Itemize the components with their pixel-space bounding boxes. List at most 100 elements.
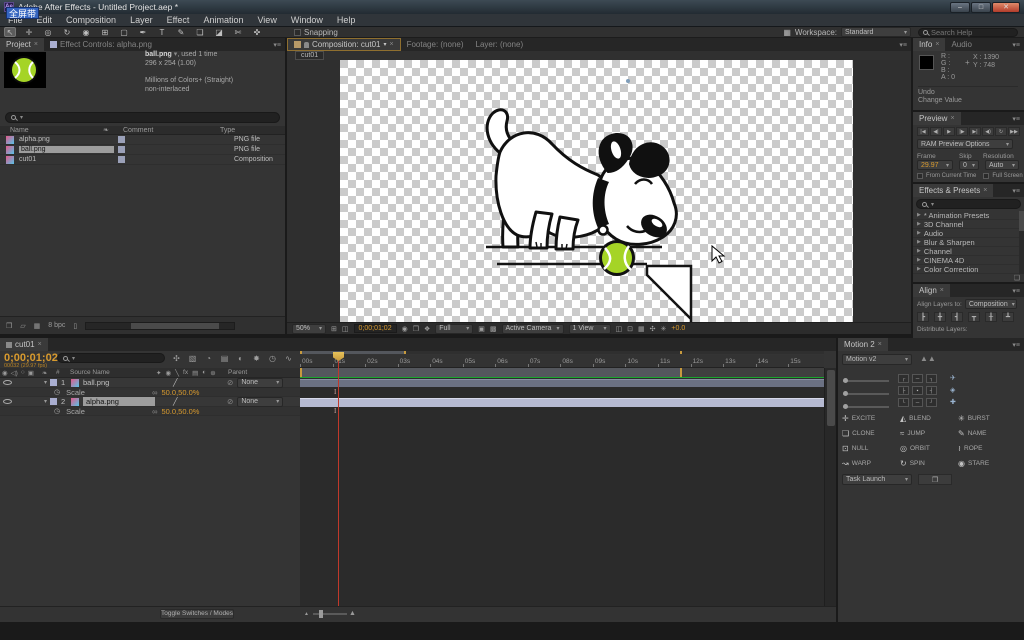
menu-item[interactable]: Layer bbox=[130, 15, 153, 25]
minimize-button[interactable]: – bbox=[950, 2, 970, 13]
breadcrumb[interactable]: cut01 bbox=[295, 51, 324, 60]
layer-label-chip[interactable] bbox=[50, 398, 57, 405]
av-column-icon[interactable]: ◉ bbox=[2, 369, 8, 377]
viewer-icon[interactable]: ⊞ bbox=[331, 325, 337, 333]
parent-select[interactable]: None bbox=[237, 378, 283, 388]
dimension-link-icon[interactable]: ∞ bbox=[152, 407, 157, 416]
av-column-icon[interactable]: ▣ bbox=[28, 369, 34, 377]
tool-icon[interactable]: ✎ bbox=[175, 27, 187, 37]
av-column-icon[interactable]: ○ bbox=[21, 369, 25, 376]
motion-button[interactable]: ≀ ROPE bbox=[958, 444, 1016, 453]
tab-effects-presets[interactable]: Effects & Presets× bbox=[913, 184, 993, 197]
viewer-icon[interactable]: ✣ bbox=[650, 325, 656, 333]
parent-select[interactable]: None bbox=[237, 397, 283, 407]
motion-button[interactable]: ↝ WARP bbox=[842, 459, 900, 468]
align-button[interactable]: ┳ bbox=[968, 312, 980, 322]
tool-icon[interactable]: ❏ bbox=[194, 27, 206, 37]
transport-button[interactable]: |▶ bbox=[956, 127, 968, 136]
transport-button[interactable]: ▶ bbox=[943, 127, 955, 136]
keyframe-marker[interactable]: I bbox=[334, 388, 336, 396]
zoom-out-mountain-icon[interactable]: ▲ bbox=[304, 611, 309, 617]
anchor-top-button[interactable]: ─ bbox=[912, 374, 923, 383]
bit-depth-button[interactable]: 8 bpc bbox=[48, 322, 65, 329]
transport-button[interactable]: ▶| bbox=[969, 127, 981, 136]
zoom-slider-thumb[interactable] bbox=[319, 610, 323, 618]
comp-button[interactable]: ◐ bbox=[234, 353, 247, 364]
tool-icon[interactable]: ✛ bbox=[23, 27, 35, 37]
align-button[interactable]: ╂ bbox=[985, 312, 997, 322]
expand-arrow-icon[interactable]: ▾ bbox=[44, 398, 47, 405]
lock-icon[interactable] bbox=[304, 42, 309, 48]
tab-motion2[interactable]: Motion 2× bbox=[838, 338, 888, 351]
transport-button[interactable]: ↻ bbox=[995, 127, 1007, 136]
viewer-icon[interactable]: ▣ bbox=[478, 325, 485, 333]
comp-button[interactable]: ◷ bbox=[266, 353, 279, 364]
scrollbar-thumb[interactable] bbox=[131, 323, 220, 329]
motion-slider-2[interactable] bbox=[843, 393, 889, 395]
tool-icon[interactable]: T bbox=[156, 27, 168, 37]
tab-composition[interactable]: Composition: cut01▾× bbox=[287, 38, 401, 51]
switch-column-icon[interactable]: ◉ bbox=[165, 369, 171, 377]
project-search-input[interactable] bbox=[27, 113, 274, 122]
motion-button[interactable]: ✎ NAME bbox=[958, 429, 1016, 438]
anchor-point-marker[interactable] bbox=[626, 79, 630, 83]
parent-link-icon[interactable]: ⊘ bbox=[227, 378, 233, 387]
tool-icon[interactable]: ⊞ bbox=[99, 27, 111, 37]
project-item-row[interactable]: alpha.png PNG file bbox=[0, 135, 285, 145]
align-button[interactable]: ┻ bbox=[1002, 312, 1014, 322]
column-number[interactable]: # bbox=[56, 369, 70, 376]
panel-menu-icon[interactable]: ▾≡ bbox=[1008, 38, 1024, 51]
align-button[interactable]: ╋ bbox=[934, 312, 946, 322]
time-ruler[interactable]: 00s01s02s03s04s05s06s07s08s09s10s11s12s1… bbox=[300, 355, 824, 368]
tool-icon[interactable]: ✄ bbox=[232, 27, 244, 37]
tool-icon[interactable]: ↻ bbox=[61, 27, 73, 37]
project-search[interactable]: ▾ bbox=[5, 112, 280, 123]
stopwatch-icon[interactable]: ◷ bbox=[54, 388, 60, 396]
tool-icon[interactable]: ↖ bbox=[4, 27, 16, 37]
task-launch-button[interactable]: ❐ bbox=[918, 474, 952, 485]
anchor-bottom-right-button[interactable]: ┘ bbox=[926, 398, 937, 407]
layer-row-alpha[interactable]: ▾ 2 alpha.png ╱ ⊘ None bbox=[0, 397, 300, 407]
view-layout-select[interactable]: 1 View bbox=[569, 324, 611, 334]
zoom-in-mountain-icon[interactable]: ▲ bbox=[349, 610, 356, 617]
viewer-icon[interactable]: ▩ bbox=[490, 325, 497, 333]
project-item-row[interactable]: cut01 Composition bbox=[0, 155, 285, 165]
column-type[interactable]: Type bbox=[220, 127, 235, 134]
ram-preview-options-select[interactable]: RAM Preview Options bbox=[917, 139, 1013, 149]
panel-menu-icon[interactable]: ▾≡ bbox=[895, 38, 911, 51]
tab-timeline-cut01[interactable]: cut01× bbox=[0, 338, 48, 351]
panel-menu-icon[interactable]: ▾≡ bbox=[1008, 338, 1024, 351]
close-button[interactable]: ✕ bbox=[992, 2, 1020, 13]
viewer-icon[interactable]: ◫ bbox=[616, 325, 623, 333]
motion-button[interactable]: ◭ BLEND bbox=[900, 414, 958, 423]
motion-button[interactable]: ✛ EXCITE bbox=[842, 414, 900, 423]
label-column-icon[interactable]: ❧ bbox=[42, 369, 56, 377]
comp-button[interactable]: ∿ bbox=[282, 353, 295, 364]
timeline-search-input[interactable] bbox=[79, 354, 159, 363]
eye-icon[interactable] bbox=[3, 399, 12, 404]
anchor-bottom-button[interactable]: ─ bbox=[912, 398, 923, 407]
av-column-icon[interactable]: ◁) bbox=[11, 369, 18, 377]
skip-select[interactable]: 0 bbox=[959, 160, 979, 170]
viewer-timecode[interactable]: 0;00;01;02 bbox=[354, 324, 397, 333]
new-composition-icon[interactable]: ▦ bbox=[34, 322, 41, 330]
motion-button[interactable]: ↻ SPIN bbox=[900, 459, 958, 468]
trash-icon[interactable]: ▯ bbox=[73, 322, 77, 330]
expand-arrow-icon[interactable]: ▾ bbox=[44, 379, 47, 386]
comp-button[interactable]: ✸ bbox=[250, 353, 263, 364]
menu-item[interactable]: Effect bbox=[167, 15, 190, 25]
tab-layer[interactable]: Layer: (none) bbox=[470, 38, 530, 51]
motion-side-icon[interactable]: ✈ bbox=[950, 374, 956, 382]
snapping-checkbox[interactable] bbox=[294, 29, 301, 36]
panel-menu-icon[interactable]: ▾≡ bbox=[1008, 284, 1024, 297]
tool-icon[interactable]: ▢ bbox=[118, 27, 130, 37]
new-folder-icon[interactable]: ❏ bbox=[1014, 274, 1020, 282]
property-row-ball-scale[interactable]: ◷ Scale ∞ 50.0,50.0% bbox=[0, 388, 300, 397]
magnification-select[interactable]: Full bbox=[435, 324, 473, 334]
switch-column-icon[interactable]: ✦ bbox=[156, 369, 161, 377]
motion-slider-3[interactable] bbox=[843, 406, 889, 408]
motion-button[interactable]: ✳ BURST bbox=[958, 414, 1016, 423]
workspace-select[interactable]: Standard bbox=[841, 27, 911, 37]
switch-column-icon[interactable]: fx bbox=[183, 369, 188, 376]
transport-button[interactable]: ◀| bbox=[930, 127, 942, 136]
